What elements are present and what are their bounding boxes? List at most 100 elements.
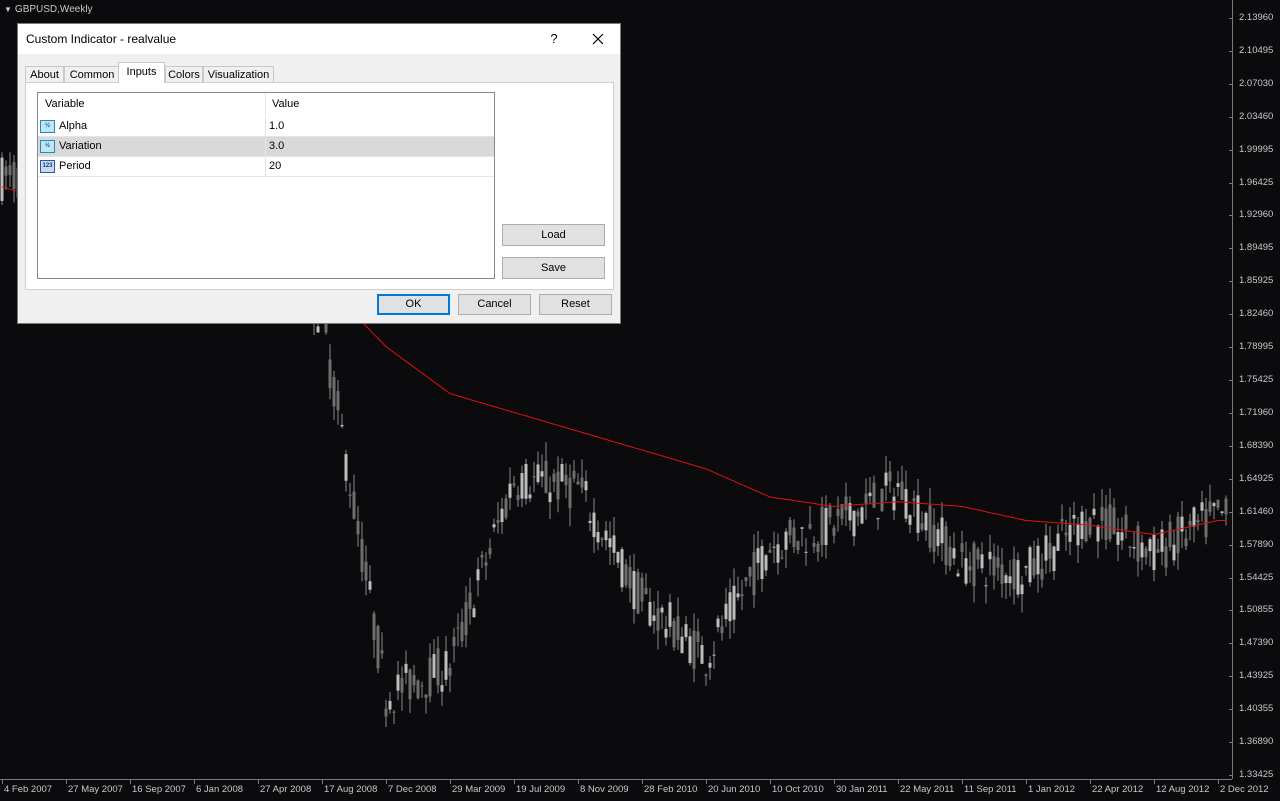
- save-button[interactable]: Save: [502, 257, 605, 279]
- candle-body: [712, 654, 716, 656]
- param-value[interactable]: 3.0: [269, 140, 284, 152]
- candle-body: [944, 526, 948, 566]
- param-name: Variation: [59, 140, 102, 152]
- candle-body: [984, 585, 988, 587]
- candle-body: [896, 483, 900, 487]
- candle-body: [608, 538, 612, 548]
- time-tick-label: 17 Aug 2008: [324, 784, 378, 795]
- candle-body: [372, 613, 376, 641]
- price-tick-label: 1.47390: [1239, 637, 1274, 649]
- candle-body: [828, 505, 832, 518]
- candle-body: [1196, 519, 1200, 523]
- close-button[interactable]: [588, 29, 608, 49]
- tab-colors[interactable]: Colors: [165, 66, 203, 82]
- candle-body: [716, 618, 720, 628]
- candle-body: [880, 488, 884, 512]
- candle-body: [956, 573, 960, 577]
- price-tick: [1229, 676, 1233, 678]
- reset-button[interactable]: Reset: [539, 294, 612, 315]
- load-button[interactable]: Load: [502, 224, 605, 246]
- time-tick-label: 20 Jun 2010: [708, 784, 761, 795]
- param-row-period[interactable]: 123 Period 20: [38, 157, 494, 177]
- candle-body: [1148, 539, 1152, 552]
- time-tick: [514, 780, 515, 784]
- candle-body: [892, 496, 896, 511]
- candle-body: [1224, 498, 1228, 515]
- help-button[interactable]: ?: [544, 29, 564, 49]
- ok-button[interactable]: OK: [377, 294, 450, 315]
- candle-body: [336, 391, 340, 411]
- time-tick-label: 2 Dec 2012: [1220, 784, 1269, 795]
- price-tick: [1229, 775, 1233, 776]
- candle-body: [596, 531, 600, 543]
- price-axis[interactable]: 2.13960 2.10495 2.07030 2.03460 1.99995 1.964…: [1229, 0, 1280, 780]
- candle-body: [964, 558, 968, 584]
- tab-about[interactable]: About: [25, 66, 64, 82]
- candle-body: [392, 711, 396, 713]
- candle-body: [472, 608, 476, 618]
- column-header-value[interactable]: Value: [272, 93, 299, 115]
- candle-body: [1144, 548, 1148, 558]
- price-tick-label: 1.61460: [1239, 505, 1274, 517]
- candle-body: [884, 472, 888, 486]
- candle-body: [420, 685, 424, 687]
- dialog-titlebar[interactable]: Custom Indicator - realvalue ?: [18, 24, 620, 54]
- candle-body: [1024, 566, 1028, 568]
- candle-body: [380, 650, 384, 654]
- cancel-button[interactable]: Cancel: [458, 294, 531, 315]
- candle-body: [464, 602, 468, 636]
- time-tick-label: 16 Sep 2007: [132, 784, 186, 795]
- candle-body: [636, 572, 640, 614]
- price-tick: [1229, 643, 1233, 645]
- candle-body: [936, 529, 940, 547]
- time-tick: [386, 780, 387, 784]
- candle-body: [504, 498, 508, 518]
- tab-common[interactable]: Common: [64, 66, 120, 82]
- candle-body: [364, 561, 368, 581]
- param-value[interactable]: 1.0: [269, 120, 284, 132]
- price-tick-label: 1.54425: [1239, 571, 1274, 583]
- candle-body: [780, 557, 784, 559]
- candle-body: [544, 460, 548, 493]
- candle-body: [400, 677, 404, 693]
- chart-symbol-title[interactable]: ▼ GBPUSD,Weekly: [4, 4, 93, 15]
- param-row-variation[interactable]: ½ Variation 3.0: [38, 137, 494, 157]
- input-parameters-list[interactable]: Variable Value ½ Alpha 1.0 ½ Variation 3…: [37, 92, 495, 279]
- param-value[interactable]: 20: [269, 160, 281, 172]
- candle-body: [860, 507, 864, 524]
- tab-visualization[interactable]: Visualization: [203, 66, 274, 82]
- candle-body: [436, 648, 440, 686]
- candle-body: [1200, 502, 1204, 511]
- candle-body: [580, 477, 584, 488]
- candle-body: [1180, 516, 1184, 532]
- candle-body: [664, 628, 668, 638]
- candle-body: [1004, 575, 1008, 584]
- candle-body: [564, 474, 568, 486]
- dialog-title: Custom Indicator - realvalue: [26, 32, 177, 46]
- candle-body: [1184, 538, 1188, 547]
- time-tick-label: 29 Mar 2009: [452, 784, 506, 795]
- candle-body: [492, 524, 496, 528]
- row-divider: [265, 157, 266, 177]
- chart-menu-triangle-icon[interactable]: ▼: [4, 5, 12, 14]
- candle-body: [452, 637, 456, 647]
- candle-body: [576, 481, 580, 485]
- time-tick-label: 6 Jan 2008: [196, 784, 244, 795]
- price-tick: [1229, 478, 1233, 480]
- column-divider[interactable]: [265, 93, 266, 115]
- time-axis[interactable]: 4 Feb 2007 27 May 2007 16 Sep 2007 6 Jan 20…: [0, 779, 1269, 801]
- candle-body: [1208, 501, 1212, 512]
- candle-body: [1168, 521, 1172, 548]
- candle-body: [648, 601, 652, 626]
- candle-body: [616, 552, 620, 563]
- tab-inputs[interactable]: Inputs: [118, 62, 165, 83]
- param-row-alpha[interactable]: ½ Alpha 1.0: [38, 117, 494, 137]
- candle-body: [480, 555, 484, 558]
- candle-body: [1036, 545, 1040, 575]
- candle-body: [660, 607, 664, 613]
- candle-body: [916, 495, 920, 533]
- candle-body: [856, 511, 860, 517]
- candle-body: [536, 464, 540, 483]
- candle-body: [1056, 533, 1060, 551]
- column-header-variable[interactable]: Variable: [45, 93, 85, 115]
